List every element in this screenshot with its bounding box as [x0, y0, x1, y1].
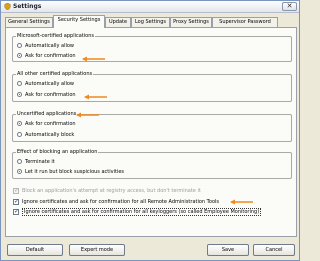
radio-button[interactable]	[17, 43, 22, 48]
close-icon: ✕	[286, 2, 293, 10]
default-button[interactable]: Default	[7, 244, 63, 256]
shield-icon	[4, 3, 11, 10]
tab-supervisor-password[interactable]: Supervisor Password	[212, 17, 278, 27]
cancel-button[interactable]: Cancel	[253, 244, 295, 256]
radio-other-ask-for-confirmation[interactable]: Ask for confirmation	[17, 91, 76, 98]
arrow-left-icon	[82, 56, 105, 62]
tab-general-settings[interactable]: General Settings	[5, 17, 53, 27]
settings-window: Settings ✕ General Settings Security Set…	[0, 0, 300, 261]
radio-label: Automatically allow	[25, 42, 75, 49]
tab-log-settings[interactable]: Log Settings	[131, 17, 170, 27]
radio-label: Ask for confirmation	[25, 120, 76, 127]
radio-label: Let it run but block suspicious activiti…	[25, 168, 125, 175]
blocking-effect-group: Effect of blocking an application Termin…	[12, 149, 292, 179]
window-title: Settings	[13, 3, 42, 10]
tab-proxy-settings[interactable]: Proxy Settings	[170, 17, 212, 27]
group-legend: Microsoft-certified applications	[16, 33, 95, 39]
checkbox-label: Block an application's attempt at regist…	[22, 187, 201, 194]
radio-label: Ask for confirmation	[25, 91, 76, 98]
checkbox-label: Ignore certificates and ask for confirma…	[22, 198, 219, 205]
radio-label: Automatically block	[25, 131, 75, 138]
checkbox-label: Ignore certificates and ask for confirma…	[22, 207, 262, 216]
radio-button[interactable]	[17, 159, 22, 164]
microsoft-certified-group: Microsoft-certified applications Automat…	[12, 33, 292, 62]
radio-other-automatically-allow[interactable]: Automatically allow	[17, 80, 74, 87]
checkbox-block-registry-access[interactable]: ✓ Block an application's attempt at regi…	[13, 187, 201, 194]
radio-uncertified-ask-for-confirmation[interactable]: Ask for confirmation	[17, 120, 76, 127]
radio-label: Terminate it	[25, 158, 55, 165]
tab-security-settings[interactable]: Security Settings	[53, 15, 105, 28]
expert-mode-button[interactable]: Expert mode	[69, 244, 125, 256]
checkbox[interactable]: ✓	[13, 208, 19, 215]
radio-button-selected[interactable]	[17, 169, 22, 174]
radio-button-selected[interactable]	[17, 121, 22, 126]
radio-label: Ask for confirmation	[25, 52, 76, 59]
radio-button[interactable]	[17, 81, 22, 86]
radio-ms-ask-for-confirmation[interactable]: Ask for confirmation	[17, 52, 76, 59]
title-bar[interactable]: Settings ✕	[1, 1, 299, 13]
checkbox-ignore-certs-remote-admin[interactable]: ✓ Ignore certificates and ask for confir…	[13, 198, 219, 205]
radio-terminate-it[interactable]: Terminate it	[17, 158, 55, 165]
uncertified-group: Uncertified applications Ask for confirm…	[12, 111, 292, 142]
radio-uncertified-automatically-block[interactable]: Automatically block	[17, 131, 74, 138]
radio-button-selected[interactable]	[17, 53, 22, 58]
radio-let-it-run[interactable]: Let it run but block suspicious activiti…	[17, 168, 124, 175]
checkbox[interactable]: ✓	[13, 187, 19, 194]
security-settings-panel: Microsoft-certified applications Automat…	[5, 27, 297, 237]
radio-ms-automatically-allow[interactable]: Automatically allow	[17, 42, 74, 49]
close-button[interactable]: ✕	[282, 2, 297, 11]
radio-label: Automatically allow	[25, 80, 75, 87]
arrow-left-icon	[230, 199, 253, 205]
checkbox[interactable]: ✓	[13, 198, 19, 205]
arrow-left-icon	[76, 112, 99, 118]
group-legend: All other certified applications	[16, 71, 94, 77]
save-button[interactable]: Save	[207, 244, 249, 256]
checkbox-ignore-certs-keyloggers[interactable]: ✓ Ignore certificates and ask for confir…	[13, 207, 262, 216]
tab-update[interactable]: Update	[105, 17, 131, 27]
group-legend: Uncertified applications	[16, 111, 78, 117]
radio-button[interactable]	[17, 132, 22, 137]
other-certified-group: All other certified applications Automat…	[12, 71, 292, 102]
group-legend: Effect of blocking an application	[16, 149, 99, 155]
arrow-left-icon	[84, 94, 107, 100]
radio-button-selected[interactable]	[17, 92, 22, 97]
